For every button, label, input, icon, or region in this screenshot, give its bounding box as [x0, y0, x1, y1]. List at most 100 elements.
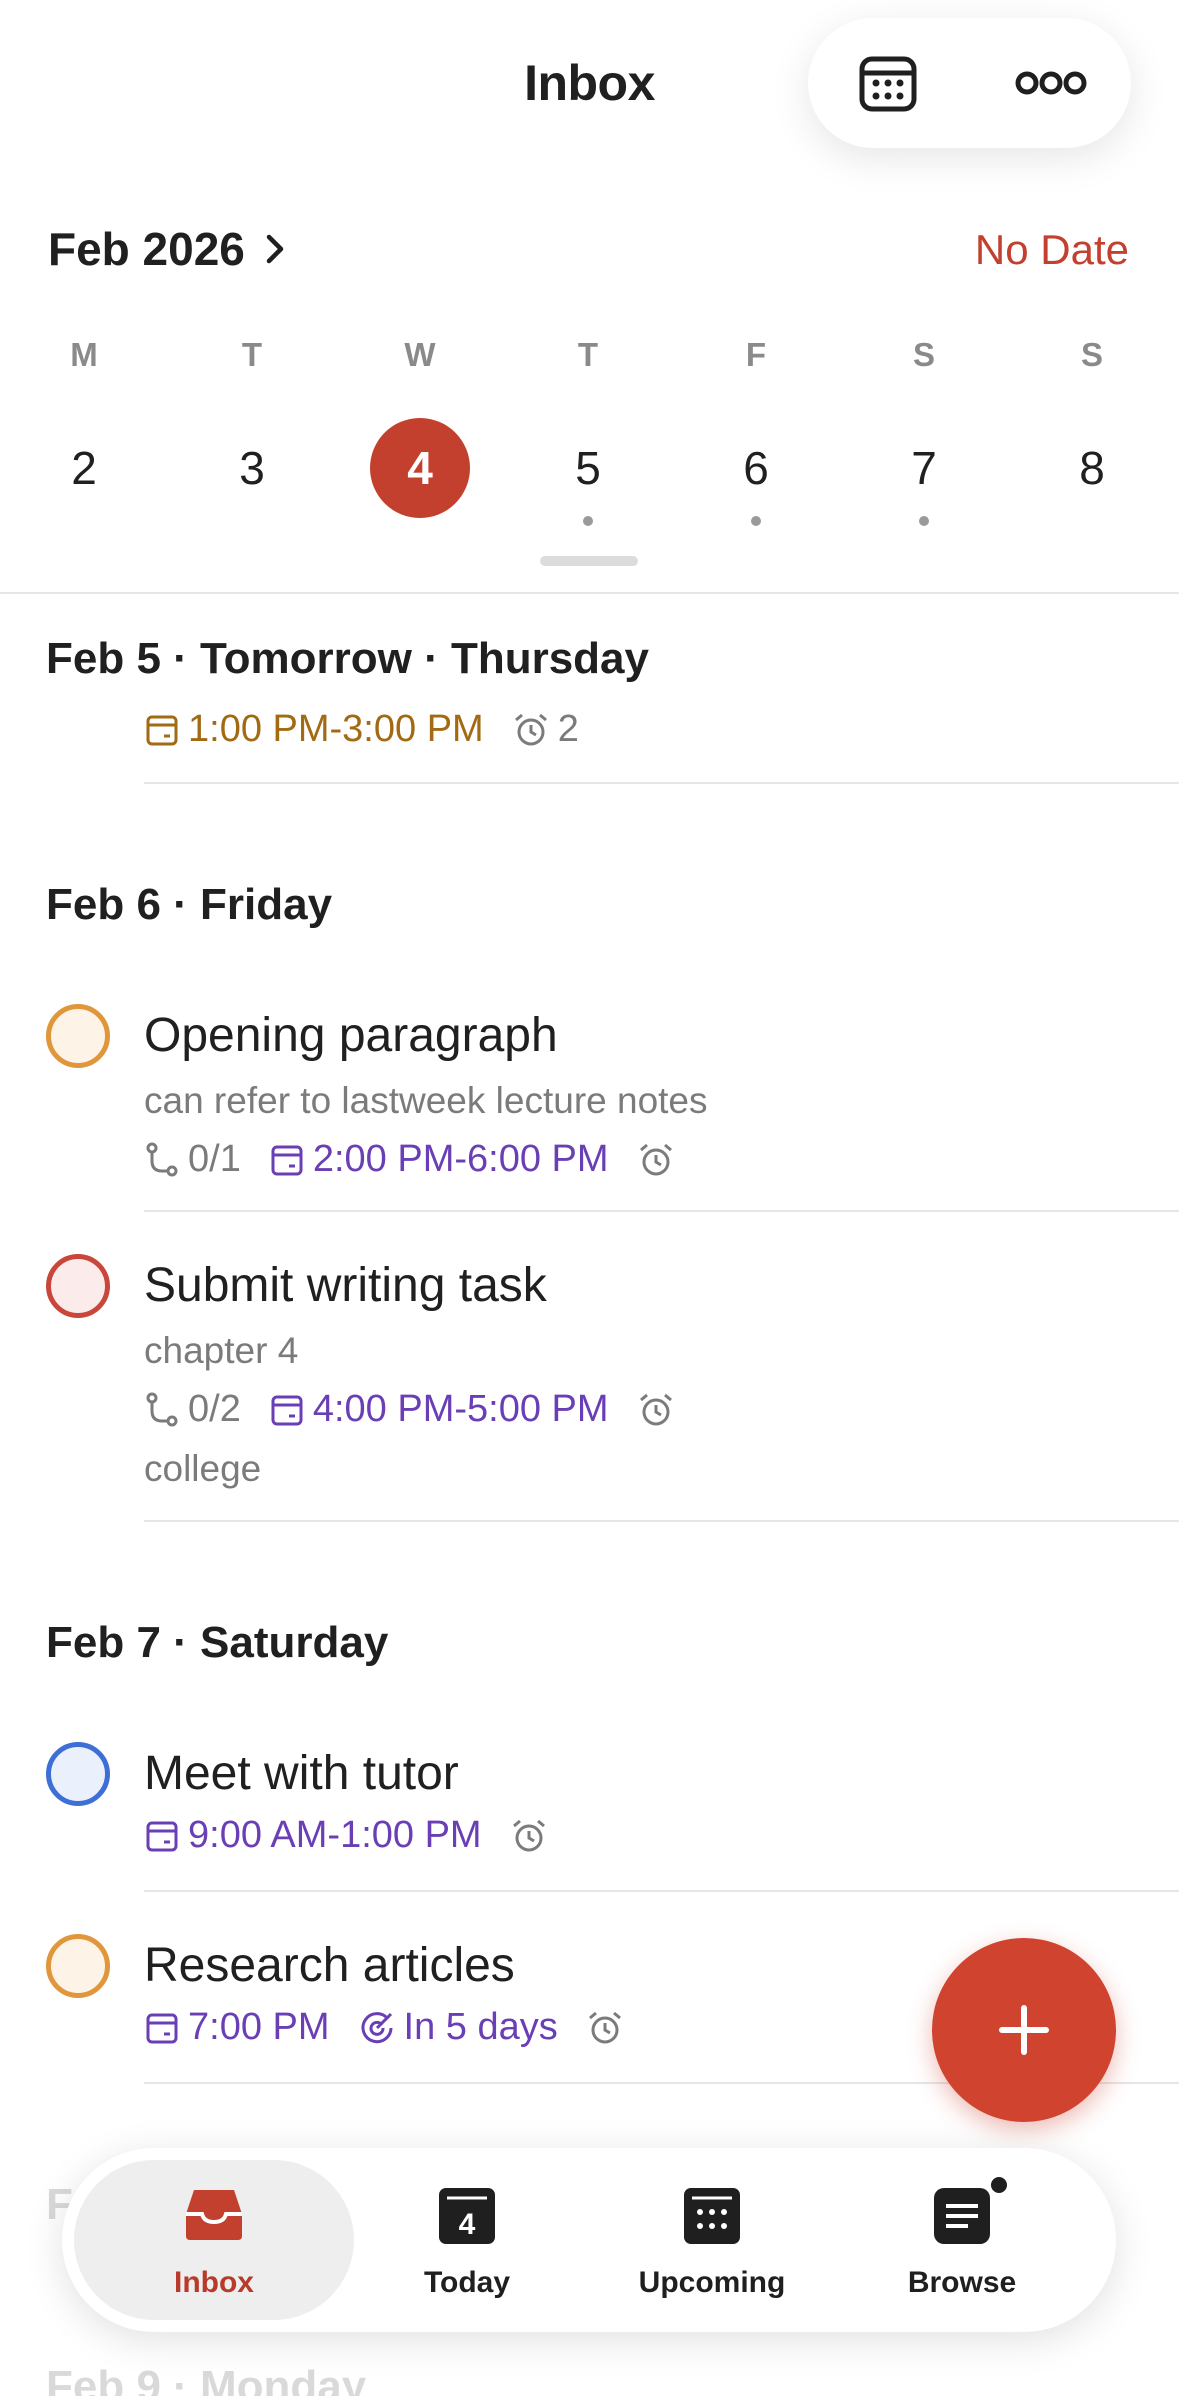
divider — [144, 1890, 1179, 1892]
today-number: 4 — [459, 2208, 476, 2241]
task-time: 9:00 AM-1:00 PM — [188, 1814, 482, 1856]
time-block: 9:00 AM-1:00 PM — [144, 1814, 482, 1857]
deadline-target-icon — [361, 2011, 393, 2043]
calendar-small-icon — [271, 1395, 303, 1425]
reminder-count: 2 — [557, 708, 579, 750]
nav-label: Today — [423, 2266, 511, 2299]
task-meta: 0/1 2:00 PM-6:00 PM — [144, 1138, 683, 1181]
task-meta: 0/2 4:00 PM-5:00 PM — [144, 1388, 683, 1431]
calendar-small-icon — [271, 1145, 303, 1175]
day-number: 3 — [239, 442, 265, 494]
day-number: 8 — [1079, 442, 1105, 494]
task-meta: 7:00 PM In 5 days — [144, 2006, 632, 2049]
deadline-block: In 5 days — [358, 2006, 558, 2049]
time-block: 7:00 PM — [144, 2006, 330, 2049]
complete-checkbox[interactable] — [46, 1742, 110, 1806]
complete-checkbox[interactable] — [46, 1004, 110, 1068]
day-number: 2 — [71, 442, 97, 494]
section-header-feb6: Feb 6 · Friday — [46, 880, 333, 929]
task-meta: 9:00 AM-1:00 PM — [144, 1814, 556, 1857]
divider — [144, 1520, 1179, 1522]
weekday-letter: M — [70, 336, 98, 373]
has-tasks-dot — [583, 516, 593, 526]
nav-label: Inbox — [174, 2266, 254, 2299]
subtasks-icon — [146, 1392, 178, 1426]
task-meta: 1:00 PM-3:00 PM 2 — [144, 708, 607, 751]
divider — [144, 1210, 1179, 1212]
task-time: 4:00 PM-5:00 PM — [312, 1388, 609, 1430]
more-horizontal-icon — [1015, 71, 1087, 95]
has-tasks-dot — [751, 516, 761, 526]
nav-browse[interactable]: Browse — [842, 2148, 1082, 2332]
week-strip: M 2 T 3 W 4 T 5 F 6 S 7 S 8 — [0, 330, 1179, 560]
calendar-view-button[interactable] — [808, 18, 968, 148]
today-calendar-icon: 4 — [439, 2188, 495, 2244]
nav-label: Browse — [907, 2266, 1017, 2299]
weekday-letter: S — [912, 336, 935, 373]
nav-icon-wrap — [842, 2184, 1082, 2246]
deadline-text: In 5 days — [403, 2006, 558, 2048]
section-header-feb5: Feb 5 · Tomorrow · Thursday — [46, 634, 650, 683]
alarm-icon — [512, 1819, 545, 1851]
calendar-small-icon — [146, 715, 178, 745]
nav-icon-wrap — [74, 2184, 354, 2244]
alarm-icon — [639, 1393, 672, 1425]
time-block: 1:00 PM-3:00 PM — [144, 708, 484, 751]
subtask-count: 0/2 — [188, 1388, 241, 1430]
task-time: 7:00 PM — [188, 2006, 330, 2048]
bottom-navigation: Inbox 4 Today Upcoming Browse — [62, 2148, 1116, 2332]
alarm-icon — [639, 1143, 672, 1175]
complete-checkbox[interactable] — [46, 1254, 110, 1318]
subtasks-block: 0/1 — [144, 1138, 241, 1181]
task-time: 2:00 PM-6:00 PM — [312, 1138, 609, 1180]
alarm-icon — [588, 2011, 621, 2043]
nav-upcoming[interactable]: Upcoming — [592, 2148, 832, 2332]
month-label: Feb 2026 — [48, 223, 245, 275]
header-actions — [808, 18, 1131, 148]
alarm-icon — [514, 713, 547, 745]
task-description: can refer to lastweek lecture notes — [144, 1080, 708, 1121]
nav-today[interactable]: 4 Today — [347, 2148, 587, 2332]
complete-checkbox[interactable] — [46, 1934, 110, 1998]
weekday-letter: S — [1080, 336, 1103, 373]
add-task-button[interactable] — [932, 1938, 1116, 2122]
task-label[interactable]: college — [144, 1448, 261, 1490]
more-options-button[interactable] — [971, 18, 1131, 148]
calendar-grid-icon — [859, 56, 917, 112]
time-block: 4:00 PM-5:00 PM — [269, 1388, 609, 1431]
weekday-letter: W — [404, 336, 436, 373]
task-title: Opening paragraph — [144, 1009, 558, 1062]
nav-icon-wrap: 4 — [347, 2184, 587, 2246]
reminder-block: 2 — [512, 708, 579, 751]
weekday-letter: T — [577, 336, 599, 373]
task-time: 1:00 PM-3:00 PM — [188, 708, 484, 750]
plus-icon — [999, 2005, 1049, 2055]
calendar-small-icon — [146, 2013, 178, 2043]
day-number: 6 — [743, 442, 769, 494]
browse-list-icon — [934, 2188, 990, 2244]
chevron-right-icon — [266, 234, 284, 264]
task-title: Submit writing task — [144, 1259, 547, 1312]
day-number: 7 — [911, 442, 937, 494]
day-number: 5 — [575, 442, 601, 494]
upcoming-calendar-icon — [684, 2188, 740, 2244]
has-tasks-dot — [919, 516, 929, 526]
drag-handle[interactable] — [540, 556, 638, 566]
task-title: Research articles — [144, 1939, 515, 1992]
task-description: chapter 4 — [144, 1330, 299, 1371]
nav-inbox[interactable]: Inbox — [74, 2160, 354, 2320]
section-header-feb7: Feb 7 · Saturday — [46, 1618, 389, 1667]
day-number-selected: 4 — [370, 418, 470, 518]
notification-badge — [988, 2174, 1010, 2196]
time-block: 2:00 PM-6:00 PM — [269, 1138, 609, 1181]
subtasks-icon — [146, 1142, 178, 1176]
month-selector[interactable]: Feb 2026 — [48, 222, 285, 276]
weekday-letter: T — [241, 336, 263, 373]
divider — [0, 592, 1179, 594]
weekday-letter: F — [745, 336, 767, 373]
calendar-small-icon — [146, 1821, 178, 1851]
no-date-button[interactable]: No Date — [975, 226, 1129, 274]
top-bar: Inbox — [0, 0, 1179, 150]
inbox-tray-icon — [186, 2190, 242, 2240]
subtasks-block: 0/2 — [144, 1388, 241, 1431]
